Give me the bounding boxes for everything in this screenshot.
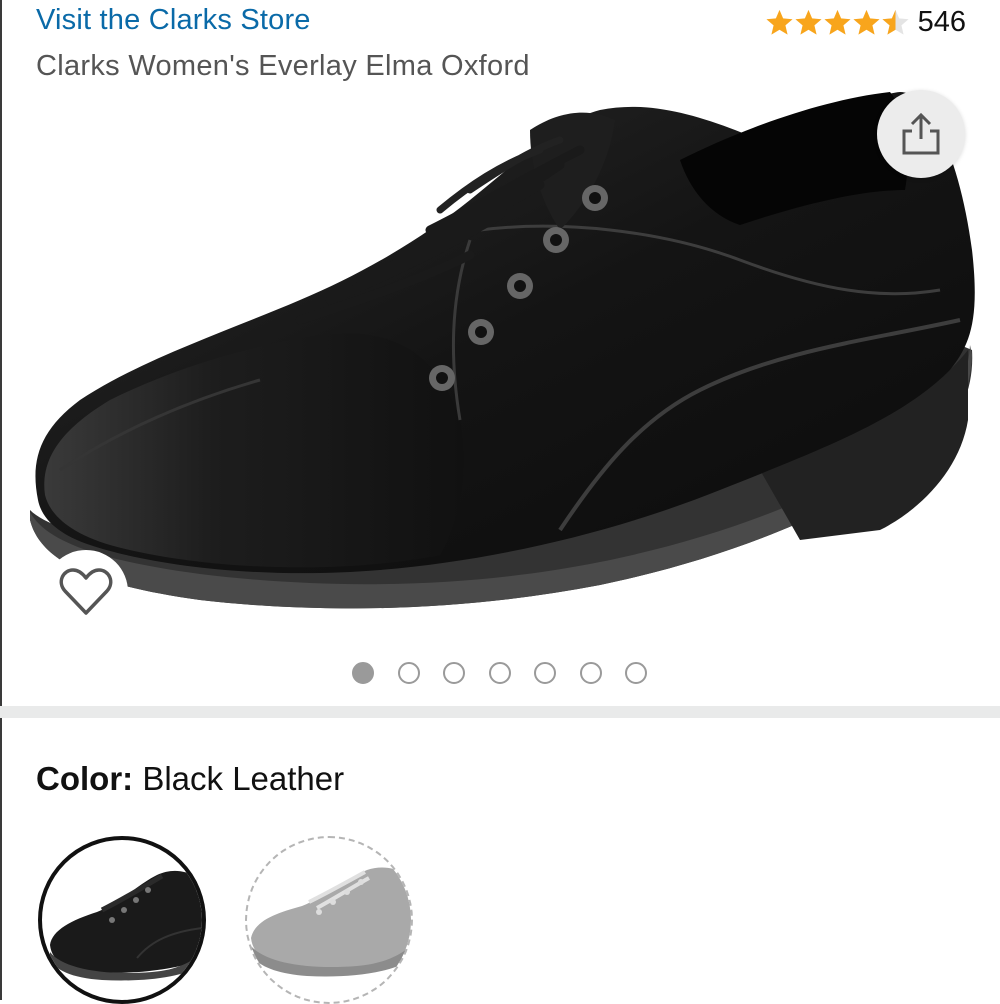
rating-count[interactable]: 546 (918, 6, 966, 39)
star-icon (824, 9, 851, 35)
shoe-image[interactable] (0, 90, 1000, 650)
pagination-dot[interactable] (625, 662, 647, 684)
product-title: Clarks Women's Everlay Elma Oxford (36, 50, 530, 82)
section-divider (0, 706, 1000, 718)
share-button[interactable] (877, 90, 965, 178)
store-link[interactable]: Visit the Clarks Store (36, 4, 311, 37)
swatch-grey[interactable] (245, 836, 413, 1004)
pagination-dot[interactable] (397, 662, 420, 684)
shoe-thumbnail (251, 867, 411, 977)
swatch-black-leather[interactable] (38, 836, 206, 1004)
share-icon (902, 112, 940, 155)
pagination-dot[interactable] (534, 662, 556, 684)
color-label: Color: (36, 760, 134, 797)
star-icon (795, 9, 822, 35)
pagination-dot[interactable] (579, 662, 602, 684)
product-image-gallery[interactable] (0, 90, 1000, 650)
pagination-dot[interactable] (488, 662, 511, 684)
image-pagination[interactable] (0, 660, 1000, 686)
color-value: Black Leather (142, 760, 345, 797)
color-selection: Color: Black Leather (36, 760, 344, 798)
star-rating[interactable] (765, 8, 910, 37)
pagination-dot[interactable] (352, 662, 374, 684)
wishlist-button[interactable] (44, 550, 128, 634)
star-half-icon (882, 9, 909, 35)
star-icon (853, 9, 880, 35)
heart-icon (59, 568, 113, 615)
pagination-dot[interactable] (443, 662, 465, 684)
rating-summary[interactable]: 546 (765, 2, 966, 42)
star-icon (766, 9, 793, 35)
shoe-thumbnail (50, 870, 202, 981)
